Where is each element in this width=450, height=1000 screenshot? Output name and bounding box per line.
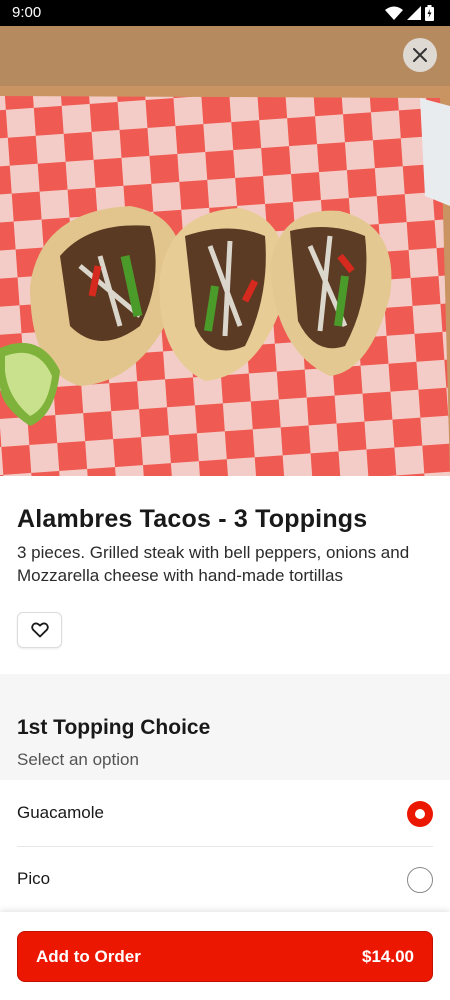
close-icon xyxy=(413,48,427,62)
favorite-button[interactable] xyxy=(17,612,62,648)
order-footer: Add to Order $14.00 xyxy=(0,912,450,1000)
add-to-order-button[interactable]: Add to Order $14.00 xyxy=(17,931,433,982)
item-title: Alambres Tacos - 3 Toppings xyxy=(17,505,368,533)
item-description: 3 pieces. Grilled steak with bell pepper… xyxy=(17,543,410,585)
option-label: Guacamole xyxy=(17,803,104,822)
wifi-icon xyxy=(385,6,403,20)
section-title: 1st Topping Choice xyxy=(17,716,211,739)
add-to-order-label: Add to Order xyxy=(36,947,141,966)
battery-icon xyxy=(425,5,434,21)
radio-unselected[interactable] xyxy=(407,867,433,893)
status-time: 9:00 xyxy=(12,4,42,21)
section-subtitle: Select an option xyxy=(17,750,139,769)
option-guacamole[interactable]: Guacamole xyxy=(0,781,450,846)
close-button[interactable] xyxy=(403,38,437,72)
status-bar: 9:00 xyxy=(0,0,450,26)
order-price: $14.00 xyxy=(362,947,414,966)
topping-section-header: 1st Topping Choice Select an option xyxy=(0,674,450,780)
option-pico[interactable]: Pico xyxy=(0,847,450,912)
radio-selected[interactable] xyxy=(407,801,433,827)
hero-image xyxy=(0,26,450,476)
option-label: Pico xyxy=(17,869,51,888)
signal-icon xyxy=(407,6,421,20)
heart-icon xyxy=(30,622,49,638)
